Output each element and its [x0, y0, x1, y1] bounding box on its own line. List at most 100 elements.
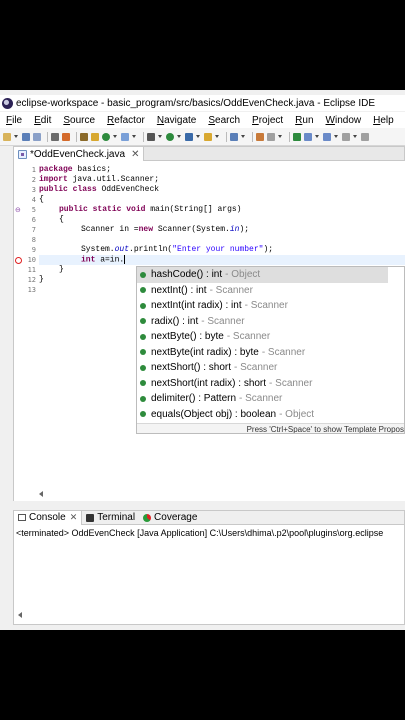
menu-search[interactable]: Search [208, 115, 240, 126]
proposal-owner: - Scanner [201, 315, 245, 327]
save-icon[interactable] [22, 132, 30, 141]
debug-icon[interactable] [102, 132, 110, 141]
proposal-owner: - Scanner [244, 300, 288, 312]
line-number: 10 [27, 256, 36, 264]
proposal-item[interactable]: equals(Object obj) : boolean - Object [137, 407, 388, 423]
code-line-1: package basics; [39, 165, 112, 174]
line-number: 7 [31, 226, 36, 234]
next-annotation-dropdown-icon[interactable] [315, 135, 319, 138]
new-dropdown-icon[interactable] [14, 135, 18, 138]
proposal-owner: - Object [279, 408, 315, 420]
method-public-icon [140, 411, 146, 418]
proposal-item[interactable]: nextShort() : short - Scanner [137, 360, 388, 376]
forward-icon[interactable] [361, 132, 369, 141]
package-dropdown-icon[interactable] [215, 135, 219, 138]
java-file-icon [18, 149, 27, 159]
line-number: 13 [27, 286, 36, 294]
console-icon [18, 514, 26, 521]
edit-dropdown-icon[interactable] [278, 135, 282, 138]
coverage-dropdown-icon[interactable] [196, 135, 200, 138]
overview-ruler: ⊖ [14, 161, 24, 501]
line-number: 11 [27, 266, 36, 274]
proposal-item[interactable]: radix() : int - Scanner [137, 314, 388, 330]
build-icon[interactable] [80, 132, 88, 141]
terminal-open-icon[interactable] [51, 132, 59, 141]
proposal-item[interactable]: nextByte() : byte - Scanner [137, 329, 388, 345]
next-annotation-icon[interactable] [304, 132, 312, 141]
search-icon[interactable] [230, 132, 238, 141]
proposal-item[interactable]: nextInt(int radix) : int - Scanner [137, 298, 388, 314]
run-dropdown-icon[interactable] [177, 135, 181, 138]
gear-dropdown-icon[interactable] [158, 135, 162, 138]
proposal-item[interactable]: nextShort(int radix) : short - Scanner [137, 376, 388, 392]
gear-icon[interactable] [147, 132, 155, 141]
proposal-name: nextShort() : short [151, 362, 232, 374]
tab-console[interactable]: Console ✕ [14, 510, 83, 525]
error-marker-icon[interactable] [15, 257, 22, 264]
proposal-name: nextInt(int radix) : int [151, 300, 242, 312]
proposal-item[interactable]: nextByte(int radix) : byte - Scanner [137, 345, 388, 361]
search-dropdown-icon[interactable] [241, 135, 245, 138]
proposal-item[interactable]: nextInt() : int - Scanner [137, 283, 388, 299]
method-public-icon [140, 333, 146, 340]
close-icon[interactable]: ✕ [131, 149, 139, 160]
proposal-name: hashCode() : int [151, 269, 223, 281]
method-public-icon [140, 380, 146, 387]
open-type-icon[interactable] [256, 132, 264, 141]
proposal-owner: - Scanner [239, 393, 283, 405]
prev-annotation-icon[interactable] [323, 132, 331, 141]
proposal-name: equals(Object obj) : boolean [151, 408, 277, 420]
window-title: eclipse-workspace - basic_program/src/ba… [16, 97, 376, 109]
debug-dropdown-icon[interactable] [113, 135, 117, 138]
save-all-icon[interactable] [33, 132, 41, 141]
menu-window[interactable]: Window [326, 115, 362, 126]
menu-project[interactable]: Project [252, 115, 283, 126]
method-public-icon [140, 318, 146, 325]
menu-run[interactable]: Run [295, 115, 313, 126]
code-line-3: public class OddEvenCheck [39, 185, 160, 194]
menu-help[interactable]: Help [373, 115, 394, 126]
fold-toggle-icon[interactable]: ⊖ [15, 206, 21, 214]
menu-refactor[interactable]: Refactor [107, 115, 145, 126]
line-number: 1 [31, 166, 36, 174]
run-icon[interactable] [166, 132, 174, 141]
menu-edit[interactable]: Edit [34, 115, 51, 126]
toolbar-separator [143, 131, 144, 142]
coverage-icon [143, 513, 152, 522]
pin-icon[interactable] [293, 132, 301, 141]
code-line-6: { [59, 215, 64, 224]
back-dropdown-icon[interactable] [353, 135, 357, 138]
menu-file[interactable]: File [6, 115, 22, 126]
tab-terminal[interactable]: Terminal [82, 511, 139, 525]
proposal-item[interactable]: delimiter() : Pattern - Scanner [137, 391, 388, 407]
new-icon[interactable] [3, 132, 11, 141]
menu-bar: File Edit Source Refactor Navigate Searc… [0, 112, 405, 128]
prev-annotation-dropdown-icon[interactable] [334, 135, 338, 138]
code-line-2: import java.util.Scanner; [39, 175, 160, 184]
bug-dropdown-icon[interactable] [132, 135, 136, 138]
proposal-name: nextInt() : int [151, 284, 207, 296]
line-number: 12 [27, 276, 36, 284]
proposal-item[interactable]: hashCode() : int - Object [137, 267, 388, 283]
task-icon[interactable] [62, 132, 70, 141]
toggle-mark-icon[interactable] [91, 132, 99, 141]
title-bar: eclipse-workspace - basic_program/src/ba… [0, 95, 405, 111]
tab-coverage[interactable]: Coverage [139, 511, 201, 525]
menu-navigate[interactable]: Navigate [157, 115, 196, 126]
back-icon[interactable] [342, 132, 350, 141]
code-line-12: } [39, 275, 44, 284]
proposal-name: nextByte() : byte [151, 331, 224, 343]
close-icon[interactable]: ✕ [70, 512, 78, 523]
content-assist-popup: hashCode() : int - Object nextInt() : in… [136, 266, 405, 434]
bug-icon[interactable] [121, 132, 129, 141]
new-package-icon[interactable] [204, 132, 212, 141]
tab-oddevencheck[interactable]: *OddEvenCheck.java ✕ [14, 147, 145, 161]
tab-label: *OddEvenCheck.java [30, 148, 126, 160]
scroll-left-icon[interactable] [18, 612, 22, 618]
scroll-left-icon[interactable] [39, 491, 43, 497]
edit-icon[interactable] [267, 132, 275, 141]
line-number: 8 [31, 236, 36, 244]
coverage-run-icon[interactable] [185, 132, 193, 141]
content-assist-hint-text: Press 'Ctrl+Space' to show Template Prop… [246, 425, 404, 434]
menu-source[interactable]: Source [63, 115, 95, 126]
